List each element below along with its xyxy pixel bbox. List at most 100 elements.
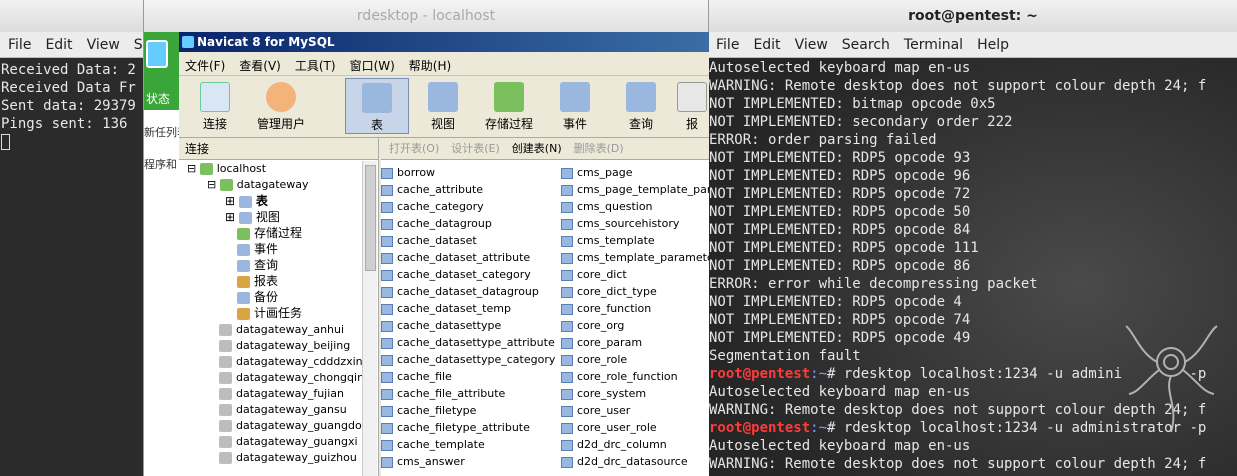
table-item[interactable]: cache_datasettype_attribute: [381, 334, 555, 351]
navicat-titlebar[interactable]: Navicat 8 for MySQL: [179, 32, 709, 52]
table-item[interactable]: cms_page_template_para: [561, 181, 709, 198]
tree-database[interactable]: datagateway_chongqing: [219, 370, 371, 386]
tree-reports[interactable]: 报表: [237, 273, 278, 289]
left-terminal-output[interactable]: Received Data: 2 Received Data Fr Sent dat…: [0, 58, 145, 151]
delete-table-button[interactable]: 删除表(D): [574, 142, 624, 155]
tree-queries[interactable]: 查询: [237, 257, 278, 273]
tree-scrollbar[interactable]: [362, 161, 377, 476]
events-button[interactable]: 事件: [543, 78, 607, 134]
tree-localhost[interactable]: ⊟ localhost: [187, 161, 266, 177]
table-item[interactable]: d2d_drc_datasource: [561, 453, 709, 470]
table-item[interactable]: cache_dataset_temp: [381, 300, 555, 317]
task-list-text[interactable]: 新任列表: [144, 124, 179, 140]
tree-database[interactable]: datagateway_cdddzxin: [219, 354, 363, 370]
status-tile[interactable]: 状态: [144, 32, 179, 110]
menu-window[interactable]: 窗口(W): [350, 59, 395, 73]
menu-search[interactable]: Search: [842, 37, 890, 53]
tree-database[interactable]: datagateway_guangxi: [219, 434, 358, 450]
table-item[interactable]: cache_dataset: [381, 232, 555, 249]
tree-procedures[interactable]: 存储过程: [237, 225, 302, 241]
table-item[interactable]: cache_filetype_attribute: [381, 419, 555, 436]
table-item[interactable]: cache_template: [381, 436, 555, 453]
table-item[interactable]: cache_datagroup: [381, 215, 555, 232]
database-icon: [219, 388, 232, 400]
menu-edit[interactable]: Edit: [45, 37, 72, 53]
table-item[interactable]: core_dict: [561, 266, 709, 283]
connect-button[interactable]: 连接: [183, 78, 247, 134]
table-item[interactable]: cms_template: [561, 232, 709, 249]
tables-button[interactable]: 表: [345, 78, 409, 134]
queries-button[interactable]: 查询: [609, 78, 673, 134]
table-item[interactable]: d2d_drc_column: [561, 436, 709, 453]
tree-backup[interactable]: 备份: [237, 289, 278, 305]
menu-file[interactable]: File: [8, 37, 31, 53]
table-item[interactable]: cms_page: [561, 164, 709, 181]
manage-users-button[interactable]: 管理用户: [249, 78, 313, 134]
tree-schedule[interactable]: 计画任务: [237, 305, 302, 321]
reports-button[interactable]: 报: [675, 78, 709, 134]
right-terminal-titlebar[interactable]: root@pentest: ~: [709, 0, 1237, 32]
table-item[interactable]: cache_dataset_attribute: [381, 249, 555, 266]
create-table-button[interactable]: 创建表(N): [512, 142, 562, 155]
table-item[interactable]: cms_sourcehistory: [561, 215, 709, 232]
tree-views[interactable]: ⊞ 视图: [225, 209, 280, 225]
table-item[interactable]: core_function: [561, 300, 709, 317]
design-table-button[interactable]: 设计表(E): [451, 142, 500, 155]
menu-help[interactable]: 帮助(H): [409, 59, 451, 73]
tree-database[interactable]: datagateway_gansu: [219, 402, 347, 418]
tree-events[interactable]: 事件: [237, 241, 278, 257]
menu-search[interactable]: S: [134, 37, 143, 53]
left-terminal-titlebar[interactable]: [0, 0, 145, 32]
menu-file[interactable]: File: [716, 37, 739, 53]
tree-database[interactable]: datagateway_anhui: [219, 322, 344, 338]
scrollbar-thumb[interactable]: [365, 165, 376, 271]
table-item[interactable]: core_user: [561, 402, 709, 419]
table-item[interactable]: cache_file: [381, 368, 555, 385]
table-item[interactable]: borrow: [381, 164, 555, 181]
table-item[interactable]: core_role: [561, 351, 709, 368]
left-terminal-window: File Edit View S Received Data: 2 Received D…: [0, 0, 145, 476]
table-item[interactable]: cache_datasettype_category: [381, 351, 555, 368]
connection-header: 连接: [179, 138, 378, 160]
table-item[interactable]: core_user_role: [561, 419, 709, 436]
views-button[interactable]: 视图: [411, 78, 475, 134]
rdesktop-titlebar[interactable]: rdesktop - localhost: [144, 0, 708, 32]
prompt-path: :~: [810, 420, 828, 436]
menu-view[interactable]: View: [87, 37, 120, 53]
program-text[interactable]: 程序和: [144, 156, 177, 172]
table-item[interactable]: core_org: [561, 317, 709, 334]
table-item[interactable]: cache_category: [381, 198, 555, 215]
tree-database[interactable]: datagateway_guizhou: [219, 450, 357, 466]
table-item[interactable]: cache_file_attribute: [381, 385, 555, 402]
table-item[interactable]: cache_filetype: [381, 402, 555, 419]
menu-edit[interactable]: Edit: [753, 37, 780, 53]
table-item[interactable]: core_param: [561, 334, 709, 351]
table-item[interactable]: cms_template_parameter: [561, 249, 709, 266]
tree-tables[interactable]: ⊞ 表: [225, 193, 268, 209]
table-item[interactable]: core_role_function: [561, 368, 709, 385]
tree-datagateway[interactable]: ⊟ datagateway: [207, 177, 309, 193]
table-item[interactable]: cms_question: [561, 198, 709, 215]
menu-view[interactable]: View: [795, 37, 828, 53]
menu-help[interactable]: Help: [977, 37, 1009, 53]
table-item[interactable]: cache_attribute: [381, 181, 555, 198]
tree-database[interactable]: datagateway_fujian: [219, 386, 344, 402]
table-item[interactable]: core_dict_type: [561, 283, 709, 300]
table-item[interactable]: cache_datasettype: [381, 317, 555, 334]
tree-database[interactable]: datagateway_beijing: [219, 338, 350, 354]
tool-label: 查询: [628, 117, 653, 131]
table-item[interactable]: cache_dataset_category: [381, 266, 555, 283]
tribal-ornament-icon: [1125, 325, 1218, 433]
table-item[interactable]: core_system: [561, 385, 709, 402]
table-icon: [561, 320, 573, 332]
table-name: cms_template: [577, 234, 655, 247]
menu-view[interactable]: 查看(V): [239, 59, 281, 73]
menu-file[interactable]: 文件(F): [185, 59, 225, 73]
tree-database[interactable]: datagateway_guangdon: [219, 418, 369, 434]
table-item[interactable]: cms_answer: [381, 453, 555, 470]
menu-terminal[interactable]: Terminal: [904, 37, 963, 53]
stored-procedures-button[interactable]: 存储过程: [477, 78, 541, 134]
table-item[interactable]: cache_dataset_datagroup: [381, 283, 555, 300]
open-table-button[interactable]: 打开表(O): [389, 142, 439, 155]
menu-tools[interactable]: 工具(T): [295, 59, 336, 73]
